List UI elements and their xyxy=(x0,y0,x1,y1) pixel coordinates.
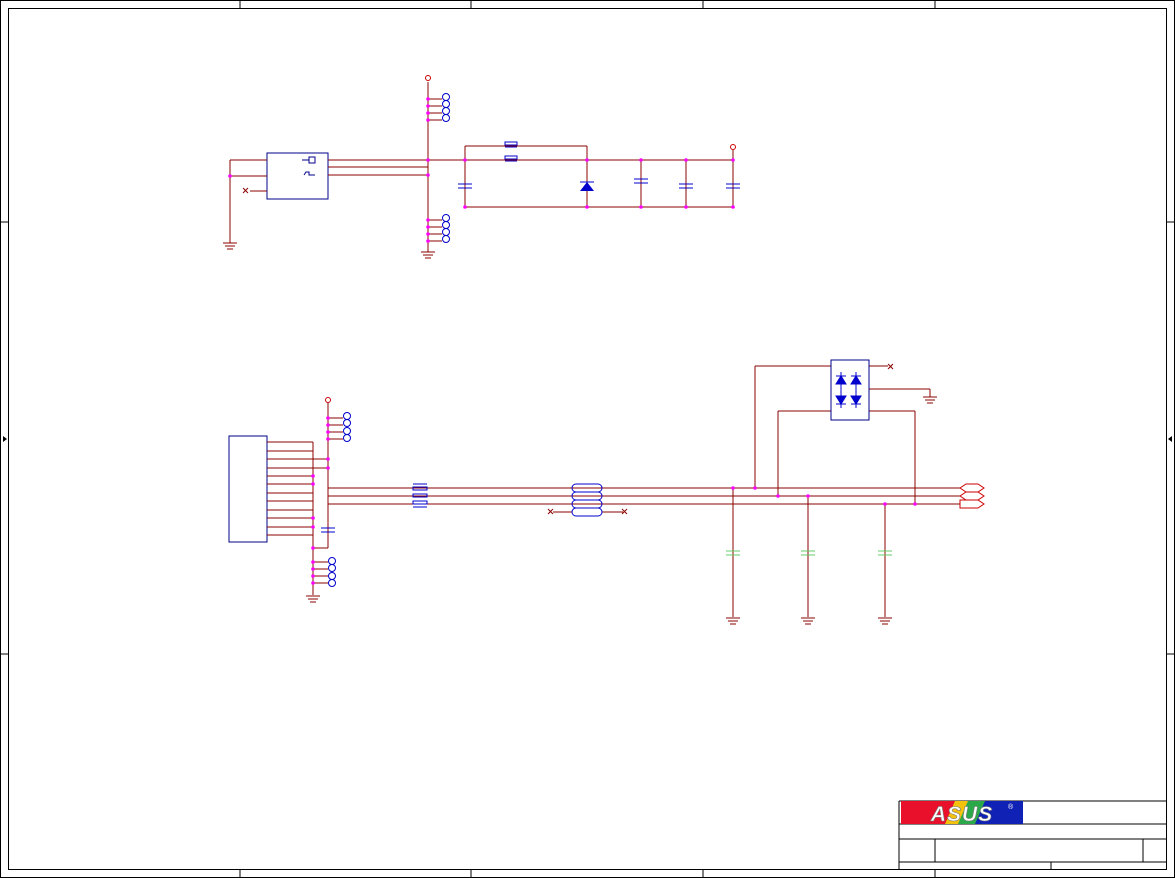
mounting-pad-icon[interactable] xyxy=(343,419,351,427)
mounting-pad-icon[interactable] xyxy=(442,93,450,101)
usb-header-connector[interactable] xyxy=(228,435,268,543)
zone-marker-left xyxy=(3,436,7,442)
no-connect-icon xyxy=(242,187,249,194)
dc-jack-connector[interactable] xyxy=(266,152,329,200)
mounting-pad-icon[interactable] xyxy=(442,114,450,122)
mounting-pad-icon[interactable] xyxy=(343,434,351,442)
power-input-circuit xyxy=(223,75,740,259)
ground-icon xyxy=(801,617,815,625)
mounting-pad-icon[interactable] xyxy=(442,214,450,222)
ground-icon xyxy=(421,251,435,259)
mounting-pad-icon[interactable] xyxy=(442,107,450,115)
registered-mark: ® xyxy=(1008,803,1014,811)
mounting-pad-icon[interactable] xyxy=(328,564,336,572)
mounting-pad-group xyxy=(328,412,351,442)
sheet-border xyxy=(0,0,1175,878)
power-port-icon xyxy=(425,75,431,81)
mounting-pad-icon[interactable] xyxy=(343,412,351,420)
diode-icon[interactable] xyxy=(580,181,594,191)
mounting-pad-icon[interactable] xyxy=(442,235,450,243)
power-port-icon xyxy=(325,397,331,403)
junction-dots xyxy=(228,97,735,243)
mounting-pad-icon[interactable] xyxy=(343,427,351,435)
common-mode-choke-icon[interactable] xyxy=(571,483,603,517)
ground-icon xyxy=(878,617,892,625)
asus-logo: ASUS ® xyxy=(901,801,1023,826)
no-connect-icon xyxy=(887,363,894,370)
mounting-pad-icon[interactable] xyxy=(442,228,450,236)
junction-dots xyxy=(311,416,917,585)
mounting-pad-icon[interactable] xyxy=(328,557,336,565)
ground-icon xyxy=(923,396,937,404)
no-connect-icon xyxy=(547,508,554,515)
schematic-sheet: ASUS ® xyxy=(0,0,1175,878)
dc-jack-icon xyxy=(302,156,316,176)
mounting-pad-icon[interactable] xyxy=(442,221,450,229)
mounting-pad-icon[interactable] xyxy=(328,579,336,587)
mounting-pad-group xyxy=(313,557,336,587)
diode-icon xyxy=(835,372,862,408)
zone-marker-right xyxy=(1168,436,1172,442)
mounting-pad-icon[interactable] xyxy=(442,100,450,108)
mounting-pad-icon[interactable] xyxy=(328,572,336,580)
ground-icon xyxy=(306,595,320,603)
port-connector-icon[interactable] xyxy=(959,483,985,509)
usb-circuit xyxy=(228,359,985,625)
ground-icon xyxy=(726,617,740,625)
mounting-pad-group xyxy=(428,93,450,122)
mounting-pad-group xyxy=(428,214,450,243)
ferrite-bead-icon[interactable] xyxy=(504,141,518,162)
power-port-icon xyxy=(730,144,736,150)
esd-diode-array[interactable] xyxy=(830,359,870,421)
ground-icon xyxy=(223,242,237,250)
asus-logo-text: ASUS xyxy=(930,803,993,826)
